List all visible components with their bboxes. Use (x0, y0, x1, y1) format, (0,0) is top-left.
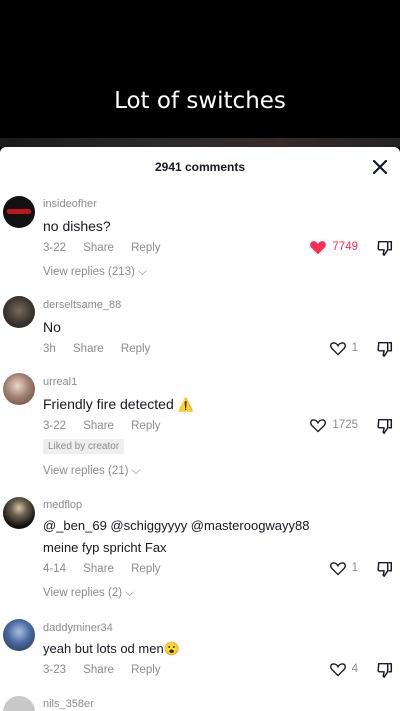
share-button[interactable]: Share (83, 664, 114, 676)
avatar[interactable] (3, 696, 35, 711)
comment-date: 3-22 (43, 420, 67, 432)
like-button[interactable]: 1 (329, 340, 358, 356)
comment-username[interactable]: insideofher (43, 198, 97, 210)
comment-count: 2941 comments (154, 160, 246, 174)
heart-outline-icon (310, 419, 327, 433)
comment-username[interactable]: urreal1 (43, 376, 77, 388)
like-button[interactable]: 1 (329, 560, 358, 576)
like-count: 7749 (332, 241, 358, 253)
comment-date: 4-14 (43, 563, 67, 575)
comment-meta: 3h Share Reply (43, 343, 164, 355)
view-replies-button[interactable]: View replies (21) ⌵ (43, 465, 140, 478)
dislike-icon[interactable] (376, 340, 394, 358)
comment-mentions[interactable]: @_ben_69 @schiggyyyy @masteroogwayy88 (43, 518, 310, 533)
like-button[interactable]: 4 (329, 661, 358, 677)
avatar[interactable] (3, 497, 35, 529)
surprised-emoji: 😮 (163, 641, 180, 656)
comment-item: derseltsame_88 No 3h Share Reply 1 (0, 290, 400, 365)
like-count: 1 (351, 342, 358, 354)
heart-outline-icon (329, 342, 346, 356)
comment-meta: 4-14 Share Reply (43, 563, 175, 575)
video-caption: Lot of switches (114, 88, 286, 114)
comment-username[interactable]: derseltsame_88 (43, 299, 121, 311)
comment-item: urreal1 Friendly fire detected ⚠️ 3-22 S… (0, 367, 400, 489)
share-button[interactable]: Share (83, 242, 114, 254)
comment-meta: 3-22 Share Reply (43, 242, 175, 254)
like-count: 1 (351, 562, 358, 574)
share-button[interactable]: Share (83, 563, 114, 575)
view-replies-button[interactable]: View replies (213) ⌵ (43, 266, 147, 279)
dislike-icon[interactable] (376, 239, 394, 257)
reply-button[interactable]: Reply (131, 242, 160, 254)
comment-text: meine fyp spricht Fax (43, 540, 167, 555)
view-replies-button[interactable]: View replies (2) ⌵ (43, 587, 134, 600)
reply-button[interactable]: Reply (121, 343, 150, 355)
like-count: 4 (351, 663, 358, 675)
comment-text: yeah but lots od men😮 (43, 641, 180, 656)
comment-username[interactable]: nils_358er (43, 698, 94, 710)
close-icon[interactable] (368, 155, 392, 179)
reply-button[interactable]: Reply (131, 563, 160, 575)
comment-date: 3-22 (43, 242, 67, 254)
dislike-icon[interactable] (376, 417, 394, 435)
dislike-icon[interactable] (376, 560, 394, 578)
comment-meta: 3-22 Share Reply (43, 420, 175, 432)
like-button[interactable]: 1725 (309, 417, 358, 433)
comment-meta: 3-23 Share Reply (43, 664, 175, 676)
comments-header: 2941 comments (0, 147, 400, 189)
heart-filled-icon (310, 241, 327, 255)
like-count: 1725 (332, 419, 358, 431)
comment-item: daddyminer34 yeah but lots od men😮 3-23 … (0, 613, 400, 691)
reply-button[interactable]: Reply (131, 420, 160, 432)
dislike-icon[interactable] (376, 661, 394, 679)
liked-by-creator-badge: Liked by creator (43, 439, 125, 454)
warning-emoji: ⚠️ (177, 397, 194, 412)
comment-username[interactable]: medflop (43, 499, 82, 511)
avatar[interactable] (3, 296, 35, 328)
share-button[interactable]: Share (83, 420, 114, 432)
avatar[interactable] (3, 196, 35, 228)
comment-item: medflop @_ben_69 @schiggyyyy @masteroogw… (0, 490, 400, 610)
avatar[interactable] (3, 373, 35, 405)
comment-date: 3-23 (43, 664, 67, 676)
comment-date: 3h (43, 343, 56, 355)
comment-text: No (43, 319, 61, 335)
comments-sheet: 2941 comments insideofher no dishes? 3-2… (0, 147, 400, 711)
comment-item: nils_358er (0, 692, 400, 711)
heart-outline-icon (329, 663, 346, 677)
comment-text: no dishes? (43, 218, 111, 234)
video-background (0, 0, 400, 147)
video-frame-strip (0, 138, 400, 147)
like-button[interactable]: 7749 (309, 239, 358, 255)
heart-outline-icon (329, 562, 346, 576)
reply-button[interactable]: Reply (131, 664, 160, 676)
share-button[interactable]: Share (73, 343, 104, 355)
avatar[interactable] (3, 619, 35, 651)
comment-text: Friendly fire detected ⚠️ (43, 396, 194, 412)
comment-username[interactable]: daddyminer34 (43, 622, 113, 634)
comment-item: insideofher no dishes? 3-22 Share Reply … (0, 189, 400, 289)
